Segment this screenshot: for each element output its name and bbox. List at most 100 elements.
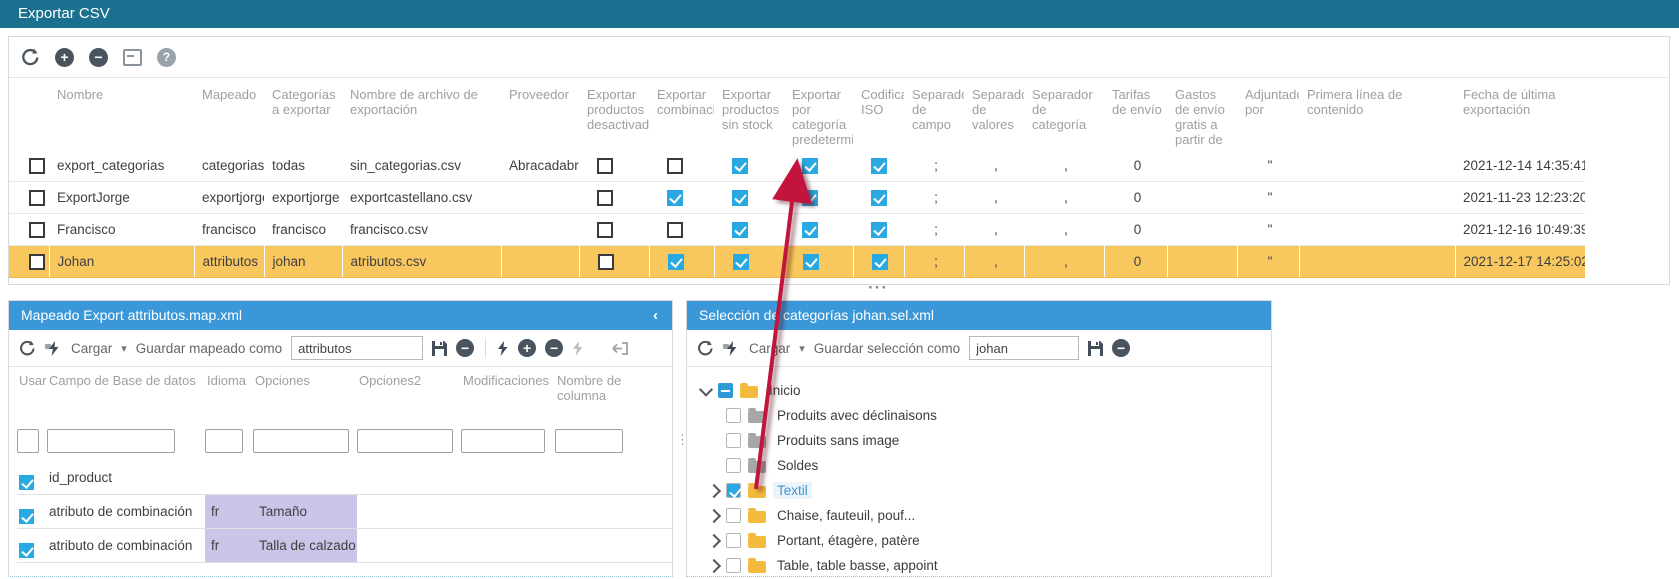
- checkbox-iso[interactable]: [871, 222, 887, 238]
- row-select-checkbox[interactable]: [29, 222, 45, 238]
- tree-item-inicio[interactable]: Inicio: [687, 378, 1271, 403]
- tree-item[interactable]: Produits sans image: [687, 428, 1271, 453]
- table-row[interactable]: export_categorias categorias todas sin_c…: [9, 150, 1585, 182]
- col-categorias[interactable]: Categorías a exportar: [264, 78, 342, 150]
- category-label[interactable]: Table, table basse, appoint: [773, 557, 942, 574]
- mapping-row[interactable]: id_product: [17, 461, 672, 495]
- col-sin-stock[interactable]: Exportar productos sin stock: [714, 78, 784, 150]
- apply-icon[interactable]: [497, 341, 509, 356]
- checkbox-combinaciones[interactable]: [668, 254, 684, 270]
- category-label[interactable]: Produits sans image: [773, 432, 903, 449]
- selection-name-input[interactable]: [969, 336, 1079, 360]
- checkbox-por-categoria[interactable]: [802, 190, 818, 206]
- col-sep-campo[interactable]: Separador de campo: [904, 78, 964, 150]
- refresh-icon[interactable]: [697, 340, 714, 357]
- filter-opciones2-input[interactable]: [357, 429, 453, 453]
- category-label[interactable]: Inicio: [765, 382, 805, 399]
- col-nombre[interactable]: Nombre: [49, 78, 194, 150]
- load-selection-icon[interactable]: [723, 341, 740, 356]
- category-label[interactable]: Soldes: [773, 457, 822, 474]
- chevron-down-icon[interactable]: [699, 382, 713, 396]
- save-mapping-button[interactable]: Guardar mapeado como: [136, 341, 282, 356]
- use-field-checkbox[interactable]: [19, 509, 34, 524]
- add-icon[interactable]: +: [55, 48, 74, 67]
- mapping-name-input[interactable]: [291, 336, 423, 360]
- tree-item[interactable]: Table, table basse, appoint: [687, 553, 1271, 577]
- checkbox-por-categoria[interactable]: [802, 222, 818, 238]
- category-label[interactable]: Chaise, fauteuil, pouf...: [773, 507, 919, 524]
- mapping-row[interactable]: atributo de combinación fr Talla de calz…: [17, 529, 672, 563]
- caret-down-icon[interactable]: ▾: [121, 342, 127, 355]
- load-mapping-icon[interactable]: [45, 341, 62, 356]
- col-sep-valores[interactable]: Separador de valores: [964, 78, 1024, 150]
- filter-campo-input[interactable]: [47, 429, 175, 453]
- category-checkbox[interactable]: [726, 483, 741, 498]
- collapse-panel-icon[interactable]: ‹: [653, 301, 658, 330]
- col-sep-categoria[interactable]: Separador de categoría: [1024, 78, 1104, 150]
- undo-icon[interactable]: [611, 341, 629, 356]
- category-checkbox[interactable]: [726, 533, 741, 548]
- mapping-row[interactable]: atributo de combinación fr Tamaño: [17, 495, 672, 529]
- horizontal-resize-handle[interactable]: ···: [868, 278, 888, 298]
- checkbox-iso[interactable]: [871, 158, 887, 174]
- tree-item-textil[interactable]: Textil: [687, 478, 1271, 503]
- chevron-right-icon[interactable]: [707, 508, 721, 522]
- refresh-icon[interactable]: [21, 48, 40, 67]
- checkbox-por-categoria[interactable]: [802, 158, 818, 174]
- row-select-checkbox[interactable]: [29, 254, 45, 270]
- col-combinaciones[interactable]: Exportar combinaciones: [649, 78, 714, 150]
- checkbox-desactivados[interactable]: [598, 254, 614, 270]
- use-field-checkbox[interactable]: [19, 475, 34, 490]
- chevron-right-icon[interactable]: [707, 483, 721, 497]
- filter-opciones-input[interactable]: [253, 429, 349, 453]
- row-select-checkbox[interactable]: [29, 190, 45, 206]
- apply-disabled-icon[interactable]: [572, 341, 584, 356]
- load-button[interactable]: Cargar: [749, 341, 790, 356]
- remove-row-icon[interactable]: −: [545, 339, 563, 357]
- checkbox-desactivados[interactable]: [597, 190, 613, 206]
- add-row-icon[interactable]: +: [518, 339, 536, 357]
- table-row-selected[interactable]: Johan attributos johan atributos.csv ; ,…: [9, 246, 1585, 278]
- row-select-checkbox[interactable]: [29, 158, 45, 174]
- save-icon[interactable]: [1088, 341, 1103, 356]
- caret-down-icon[interactable]: ▾: [799, 342, 805, 355]
- layout-icon[interactable]: [123, 49, 142, 66]
- chevron-right-icon[interactable]: [707, 558, 721, 572]
- checkbox-iso[interactable]: [872, 254, 888, 270]
- tree-item[interactable]: Portant, étagère, patère: [687, 528, 1271, 553]
- use-field-checkbox[interactable]: [19, 543, 34, 558]
- category-label[interactable]: Produits avec déclinaisons: [773, 407, 941, 424]
- checkbox-desactivados[interactable]: [597, 222, 613, 238]
- chevron-right-icon[interactable]: [707, 533, 721, 547]
- category-label[interactable]: Textil: [773, 482, 812, 499]
- col-adjuntado[interactable]: Adjuntado por: [1237, 78, 1299, 150]
- filter-nombre-columna-input[interactable]: [555, 429, 623, 453]
- checkbox-combinaciones[interactable]: [667, 190, 683, 206]
- checkbox-sin-stock[interactable]: [732, 222, 748, 238]
- col-proveedor[interactable]: Proveedor: [501, 78, 579, 150]
- checkbox-por-categoria[interactable]: [803, 254, 819, 270]
- category-label[interactable]: Portant, étagère, patère: [773, 532, 924, 549]
- checkbox-desactivados[interactable]: [597, 158, 613, 174]
- remove-mapping-icon[interactable]: −: [456, 339, 474, 357]
- checkbox-combinaciones[interactable]: [667, 158, 683, 174]
- filter-idioma-input[interactable]: [205, 429, 243, 453]
- vertical-resize-handle[interactable]: ⋮: [676, 300, 685, 576]
- col-codificacion-iso[interactable]: Codificación ISO: [853, 78, 904, 150]
- checkbox-sin-stock[interactable]: [733, 254, 749, 270]
- category-checkbox[interactable]: [718, 383, 733, 398]
- tree-item[interactable]: Produits avec déclinaisons: [687, 403, 1271, 428]
- col-gastos[interactable]: Gastos de envío gratis a partir de: [1167, 78, 1237, 150]
- table-row[interactable]: ExportJorge exportjorge exportjorge expo…: [9, 182, 1585, 214]
- col-mapeado[interactable]: Mapeado: [194, 78, 264, 150]
- table-row[interactable]: Francisco francisco francisco francisco.…: [9, 214, 1585, 246]
- col-fecha[interactable]: Fecha de última exportación: [1455, 78, 1585, 150]
- filter-modificaciones-input[interactable]: [461, 429, 545, 453]
- checkbox-sin-stock[interactable]: [732, 158, 748, 174]
- filter-usar-input[interactable]: [17, 429, 39, 453]
- category-checkbox[interactable]: [726, 558, 741, 573]
- col-desactivados[interactable]: Exportar productos desactivados: [579, 78, 649, 150]
- checkbox-sin-stock[interactable]: [732, 190, 748, 206]
- remove-icon[interactable]: −: [89, 48, 108, 67]
- col-archivo[interactable]: Nombre de archivo de exportación: [342, 78, 501, 150]
